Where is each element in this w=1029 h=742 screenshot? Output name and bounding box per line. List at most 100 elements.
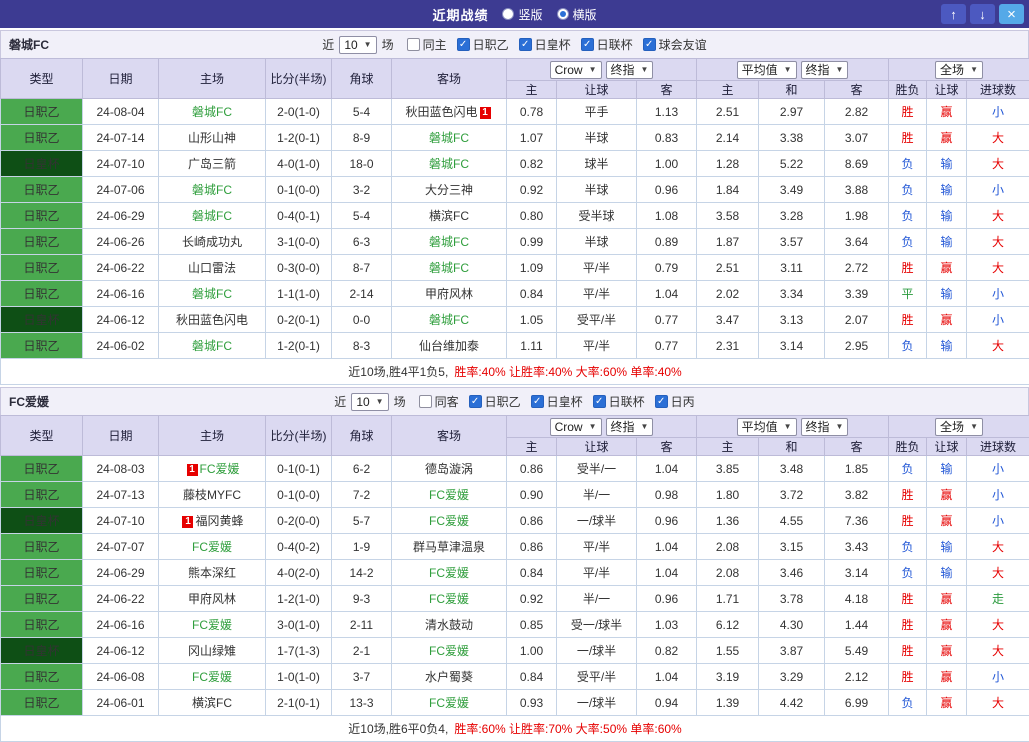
close-button[interactable]: × xyxy=(999,4,1024,24)
games-label: 场 xyxy=(394,393,406,410)
away-odds-cell: 0.79 xyxy=(637,255,697,281)
avg-draw-cell: 3.38 xyxy=(759,125,825,151)
home-team-cell: 磐城FC xyxy=(159,333,266,359)
filter-checkbox-日皇杯[interactable]: ✓日皇杯 xyxy=(531,393,583,410)
home-odds-cell: 0.92 xyxy=(507,586,557,612)
filter-checkbox-日职乙[interactable]: ✓日职乙 xyxy=(469,393,521,410)
average-select[interactable]: 平均值▼ xyxy=(737,418,797,436)
avg-draw-cell: 3.78 xyxy=(759,586,825,612)
avg-away-cell: 3.14 xyxy=(825,560,889,586)
scope-select[interactable]: 全场▼ xyxy=(935,418,983,436)
scope-select[interactable]: 全场▼ xyxy=(935,61,983,79)
average-index-select[interactable]: 终指▼ xyxy=(801,61,849,79)
score-cell: 1-2(0-1) xyxy=(266,125,332,151)
checkbox-checked-icon: ✓ xyxy=(469,395,482,408)
team-name: 秋田蓝色闪电 xyxy=(176,313,248,327)
avg-draw-cell: 3.87 xyxy=(759,638,825,664)
score-cell: 3-0(1-0) xyxy=(266,612,332,638)
team-name: FC爱媛 xyxy=(429,514,469,528)
down-arrow-icon: ↓ xyxy=(979,7,986,22)
team-name: FC爱媛 xyxy=(192,540,232,554)
match-row: 日职乙24-06-26长崎成功丸3-1(0-0)6-3磐城FC0.99半球0.8… xyxy=(1,229,1029,255)
avg-home-cell: 1.28 xyxy=(697,151,759,177)
filter-checkbox-日联杯[interactable]: ✓日联杯 xyxy=(581,36,633,53)
score-cell: 1-7(1-3) xyxy=(266,638,332,664)
titlebar: 近期战绩 竖版 横版 ↑ ↓ × xyxy=(0,0,1029,28)
scroll-up-button[interactable]: ↑ xyxy=(941,4,966,24)
handicap-cell: 受平/半 xyxy=(557,664,637,690)
filter-checkbox-日丙[interactable]: ✓日丙 xyxy=(655,393,695,410)
away-odds-cell: 0.83 xyxy=(637,125,697,151)
team-name: 磐城FC xyxy=(429,157,469,171)
corner-cell: 8-9 xyxy=(332,125,392,151)
titlebar-buttons: ↑ ↓ × xyxy=(941,4,1024,24)
filter-checkbox-label: 日职乙 xyxy=(473,36,509,53)
avg-draw-cell: 2.97 xyxy=(759,99,825,125)
result-goals-cell: 大 xyxy=(967,203,1029,229)
scroll-down-button[interactable]: ↓ xyxy=(970,4,995,24)
odds-index-select[interactable]: 终指▼ xyxy=(606,418,654,436)
result-goals-cell: 大 xyxy=(967,125,1029,151)
home-team-cell: 磐城FC xyxy=(159,99,266,125)
away-team-cell: FC爱媛 xyxy=(392,586,507,612)
match-count-select[interactable]: 10 ▼ xyxy=(351,393,388,411)
result-handicap-cell: 赢 xyxy=(927,664,967,690)
filter-checkbox-日皇杯[interactable]: ✓日皇杯 xyxy=(519,36,571,53)
result-wdl-cell: 胜 xyxy=(889,612,927,638)
date-cell: 24-06-29 xyxy=(83,560,159,586)
team-name: 群马草津温泉 xyxy=(413,540,485,554)
team-name: 磐城FC xyxy=(192,209,232,223)
away-odds-cell: 0.89 xyxy=(637,229,697,255)
result-handicap-cell: 赢 xyxy=(927,307,967,333)
odds-index-select[interactable]: 终指▼ xyxy=(606,61,654,79)
avg-away-cell: 1.44 xyxy=(825,612,889,638)
result-handicap-cell: 赢 xyxy=(927,508,967,534)
match-count-select[interactable]: 10 ▼ xyxy=(339,36,376,54)
away-team-cell: 清水鼓动 xyxy=(392,612,507,638)
filter-checkbox-日职乙[interactable]: ✓日职乙 xyxy=(457,36,509,53)
filter-checkbox-同客[interactable]: 同客 xyxy=(419,393,459,410)
radio-unselected-icon xyxy=(502,8,514,20)
away-odds-cell: 0.77 xyxy=(637,307,697,333)
filter-checkbox-同主[interactable]: 同主 xyxy=(407,36,447,53)
corner-cell: 3-2 xyxy=(332,177,392,203)
team-section-ehime: FC爱媛 近 10 ▼ 场 同客✓日职乙✓日皇杯✓日联杯✓日丙 类型 日期 主场… xyxy=(0,387,1029,742)
team-name: FC爱媛 xyxy=(200,462,240,476)
competition-type-cell: 日职乙 xyxy=(1,281,83,307)
chevron-down-icon: ▼ xyxy=(784,422,792,431)
competition-type-cell: 日职乙 xyxy=(1,482,83,508)
avg-home-cell: 1.84 xyxy=(697,177,759,203)
home-team-cell: 磐城FC xyxy=(159,177,266,203)
average-select[interactable]: 平均值▼ xyxy=(737,61,797,79)
col-odds-home: 主 xyxy=(507,438,557,456)
average-index-select[interactable]: 终指▼ xyxy=(801,418,849,436)
filter-checkbox-日联杯[interactable]: ✓日联杯 xyxy=(593,393,645,410)
bookmaker-select[interactable]: Crow▼ xyxy=(550,61,602,79)
radio-vertical[interactable]: 竖版 xyxy=(502,6,542,23)
avg-home-cell: 1.80 xyxy=(697,482,759,508)
filter-checkbox-label: 同客 xyxy=(435,393,459,410)
filter-checkbox-label: 日丙 xyxy=(671,393,695,410)
avg-home-cell: 2.51 xyxy=(697,99,759,125)
filter-checkboxes: 同客✓日职乙✓日皇杯✓日联杯✓日丙 xyxy=(419,393,695,410)
col-odds-away: 客 xyxy=(637,438,697,456)
home-team-cell: 1福冈黄蜂 xyxy=(159,508,266,534)
home-odds-cell: 0.85 xyxy=(507,612,557,638)
team-name: 秋田蓝色闪电 xyxy=(405,105,477,119)
radio-horizontal[interactable]: 横版 xyxy=(557,6,597,23)
team-name: 磐城FC xyxy=(192,105,232,119)
match-row: 日职乙24-06-01横滨FC2-1(0-1)13-3FC爱媛0.93一/球半0… xyxy=(1,690,1029,716)
summary-record: 近10场,胜6平0负4, xyxy=(348,722,448,736)
home-odds-cell: 0.93 xyxy=(507,690,557,716)
team-name: 磐城FC xyxy=(429,313,469,327)
odds-group-header: Crow▼ 终指▼ xyxy=(507,416,697,438)
result-handicap-cell: 赢 xyxy=(927,586,967,612)
result-wdl-cell: 负 xyxy=(889,229,927,255)
result-handicap-cell: 赢 xyxy=(927,255,967,281)
col-away: 客场 xyxy=(392,416,507,456)
date-cell: 24-06-16 xyxy=(83,281,159,307)
home-odds-cell: 1.09 xyxy=(507,255,557,281)
score-cell: 1-2(0-1) xyxy=(266,333,332,359)
bookmaker-select[interactable]: Crow▼ xyxy=(550,418,602,436)
filter-checkbox-球会友谊[interactable]: ✓球会友谊 xyxy=(643,36,707,53)
